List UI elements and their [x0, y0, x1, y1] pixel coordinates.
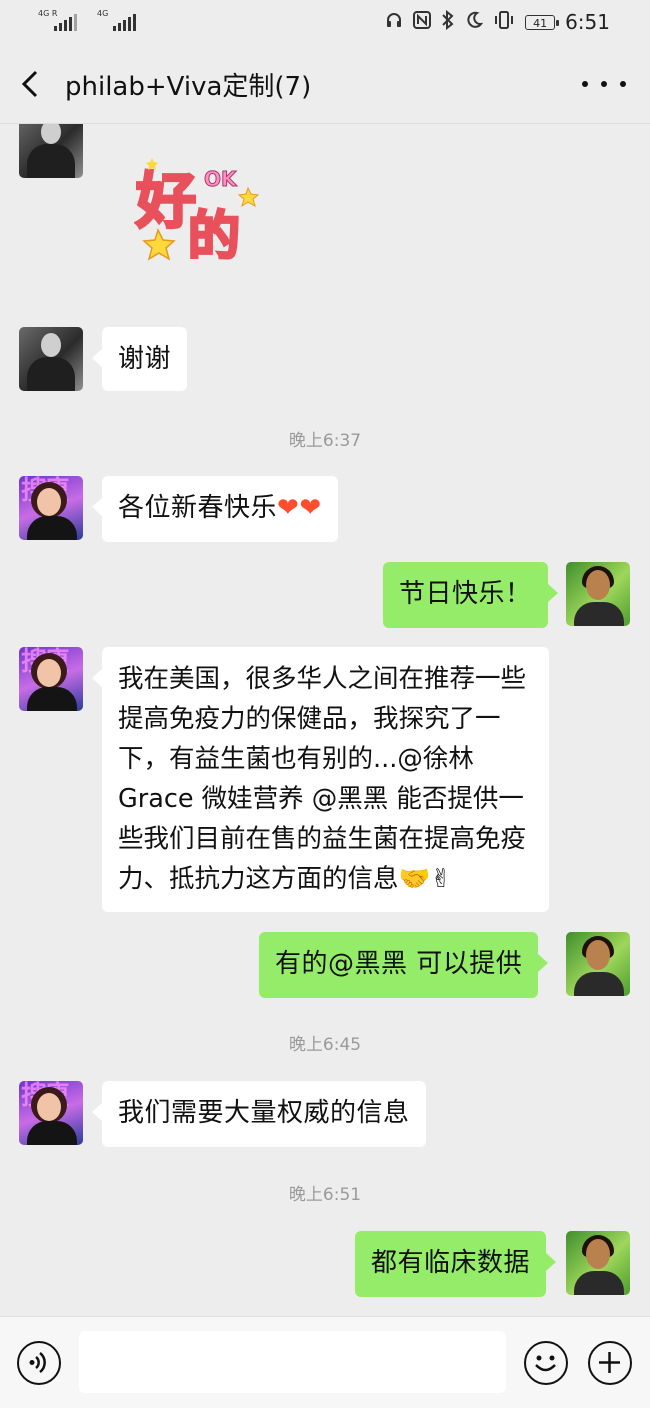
avatar[interactable]	[19, 124, 83, 178]
signal-icon: 4G	[97, 9, 136, 31]
avatar[interactable]: 搜瘦	[19, 476, 83, 540]
nfc-icon	[413, 10, 432, 34]
input-bar	[0, 1316, 650, 1408]
more-functions-button[interactable]	[588, 1341, 632, 1385]
title-bar: philab+Viva定制(7)	[0, 44, 650, 124]
network-type-label: 4G R	[38, 9, 58, 18]
network-type-label: 4G	[97, 9, 109, 18]
vibrate-icon	[493, 10, 515, 34]
clock: 6:51	[565, 10, 610, 34]
bluetooth-icon	[441, 9, 455, 35]
my-avatar[interactable]	[566, 562, 630, 626]
message-input[interactable]	[79, 1331, 506, 1393]
my-avatar[interactable]	[566, 1231, 630, 1295]
heart-emoji-icon: ❤	[299, 493, 322, 523]
ok-sticker-image[interactable]: 好 的 OK	[134, 152, 264, 262]
sticker-ok: OK	[204, 167, 238, 191]
moon-icon	[465, 11, 484, 34]
message-bubble[interactable]: 节日快乐！	[383, 562, 558, 628]
message-bubble[interactable]: 都有临床数据	[355, 1231, 557, 1297]
message-bubble[interactable]: 我们需要大量权威的信息	[92, 1081, 426, 1147]
heart-emoji-icon: ❤	[277, 493, 300, 523]
more-icon	[582, 81, 588, 87]
sticker-char-1: 好	[135, 167, 196, 237]
timestamp: 晚上6:37	[288, 431, 362, 451]
chat-area[interactable]: 好 的 OK 谢谢 晚上6:37 搜瘦 各位新春快乐❤❤ 节日快乐！ 搜瘦 我在…	[0, 124, 650, 1316]
chat-title: philab+Viva定制(7)	[65, 72, 312, 102]
avatar[interactable]: 搜瘦	[19, 1081, 83, 1145]
emoji-button[interactable]	[524, 1341, 568, 1385]
avatar[interactable]	[19, 327, 83, 391]
back-button[interactable]	[14, 64, 50, 104]
headset-icon	[385, 11, 403, 34]
timestamp: 晚上6:45	[288, 1035, 362, 1055]
more-button[interactable]	[582, 70, 626, 98]
my-avatar[interactable]	[566, 932, 630, 996]
signal-icon: 4G R	[38, 9, 77, 31]
emoji-icon	[535, 1355, 556, 1372]
status-bar: 4G R 4G 41 6:51	[0, 0, 650, 44]
plus-icon	[599, 1352, 620, 1373]
battery-icon: 41	[525, 14, 560, 30]
voice-button[interactable]	[17, 1341, 61, 1385]
message-bubble[interactable]: 谢谢	[91, 327, 188, 391]
message-bubble[interactable]: 我在美国，很多华人之间在推荐一些提高免疫力的保健品，我探究了一下，有益生菌也有别…	[92, 647, 549, 912]
voice-icon	[29, 1352, 46, 1373]
avatar[interactable]: 搜瘦	[19, 647, 83, 711]
sticker-char-2: 的	[188, 207, 240, 262]
message-text: 各位新春快乐	[118, 493, 278, 523]
back-arrow-icon	[21, 70, 38, 98]
timestamp: 晚上6:51	[288, 1185, 362, 1205]
message-bubble[interactable]: 各位新春快乐❤❤	[92, 476, 338, 542]
message-bubble[interactable]: 有的@黑黑 可以提供	[259, 932, 549, 998]
